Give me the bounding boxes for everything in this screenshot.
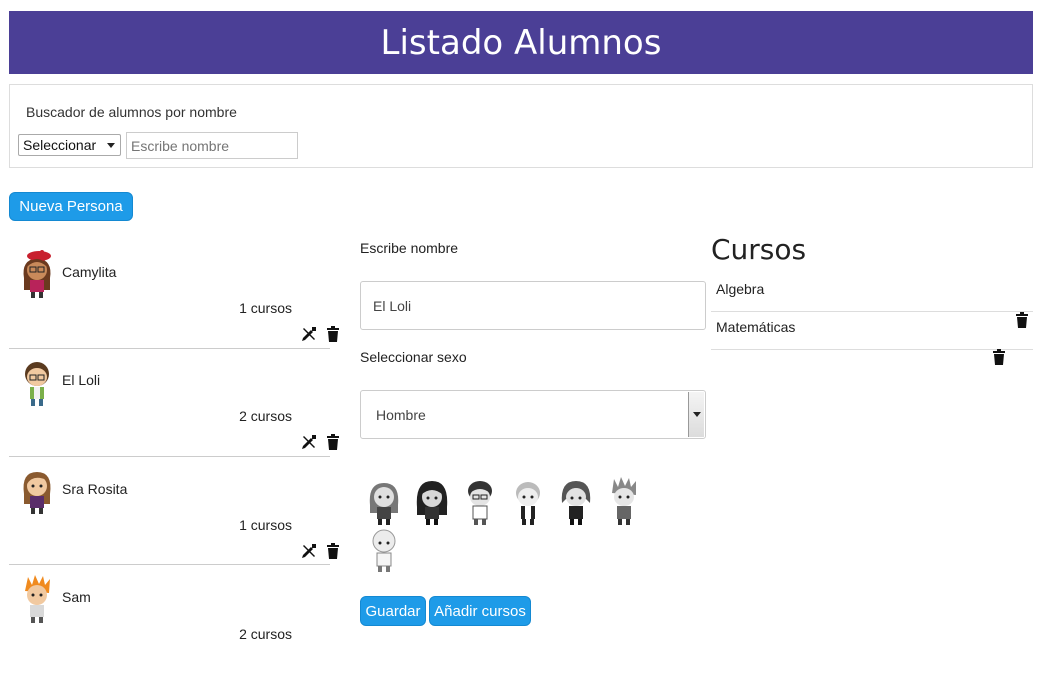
list-item: Matemáticas xyxy=(711,312,1033,350)
avatar-option-1[interactable] xyxy=(364,475,404,527)
student-name: Sra Rosita xyxy=(62,481,128,497)
page-title: Listado Alumnos xyxy=(380,22,662,63)
course-name: Matemáticas xyxy=(716,319,796,335)
list-item[interactable]: Sam 2 cursos xyxy=(9,565,330,673)
courses-title: Cursos xyxy=(711,233,807,266)
list-item[interactable]: Sra Rosita 1 cursos xyxy=(9,456,339,565)
search-input[interactable] xyxy=(126,132,298,159)
search-filter-select[interactable]: Seleccionar xyxy=(18,134,121,156)
student-course-count: 1 cursos xyxy=(239,300,292,316)
boy-orange-hair-avatar xyxy=(25,575,50,623)
avatar-option-4[interactable] xyxy=(508,475,548,527)
sex-select-value: Hombre xyxy=(376,406,426,423)
boy-glasses-avatar xyxy=(25,362,49,406)
avatar-option-6[interactable] xyxy=(604,475,644,527)
student-name: Sam xyxy=(62,589,91,605)
girl-red-beret-avatar xyxy=(23,250,51,298)
name-field[interactable]: El Loli xyxy=(360,281,706,330)
list-item[interactable]: Camylita 1 cursos xyxy=(9,240,339,349)
avatar-option-3[interactable] xyxy=(460,475,500,527)
search-filter-value: Seleccionar xyxy=(23,137,97,153)
list-item[interactable]: El Loli 2 cursos xyxy=(9,348,339,457)
name-field-label: Escribe nombre xyxy=(360,240,459,256)
dropdown-arrow-icon[interactable] xyxy=(688,392,704,437)
student-course-count: 2 cursos xyxy=(239,626,292,642)
trash-icon[interactable] xyxy=(326,434,340,450)
sex-select[interactable]: Hombre xyxy=(360,390,706,439)
search-panel: Buscador de alumnos por nombre Seleccion… xyxy=(9,84,1033,168)
student-name: Camylita xyxy=(62,264,117,280)
edit-tools-icon[interactable] xyxy=(301,543,317,559)
student-course-count: 1 cursos xyxy=(239,517,292,533)
avatar-option-5[interactable] xyxy=(556,475,596,527)
student-name: El Loli xyxy=(62,372,101,388)
girl-brown-hair-avatar xyxy=(23,472,51,514)
save-button[interactable]: Guardar xyxy=(360,596,426,626)
chevron-down-icon xyxy=(107,143,115,148)
edit-tools-icon[interactable] xyxy=(301,326,317,342)
page-header: Listado Alumnos xyxy=(9,11,1033,74)
avatar-option-7[interactable] xyxy=(364,523,404,575)
student-course-count: 2 cursos xyxy=(239,408,292,424)
trash-icon[interactable] xyxy=(992,349,1006,365)
trash-icon[interactable] xyxy=(1015,312,1029,328)
list-item: Algebra xyxy=(711,274,1033,312)
course-name: Algebra xyxy=(716,281,765,297)
trash-icon[interactable] xyxy=(326,326,340,342)
search-label: Buscador de alumnos por nombre xyxy=(26,104,237,120)
avatar-option-2[interactable] xyxy=(412,475,452,527)
new-person-button[interactable]: Nueva Persona xyxy=(9,192,133,221)
sex-select-label: Seleccionar sexo xyxy=(360,349,467,365)
add-courses-button[interactable]: Añadir cursos xyxy=(429,596,531,626)
name-field-value: El Loli xyxy=(373,297,412,314)
trash-icon[interactable] xyxy=(326,543,340,559)
edit-tools-icon[interactable] xyxy=(301,434,317,450)
